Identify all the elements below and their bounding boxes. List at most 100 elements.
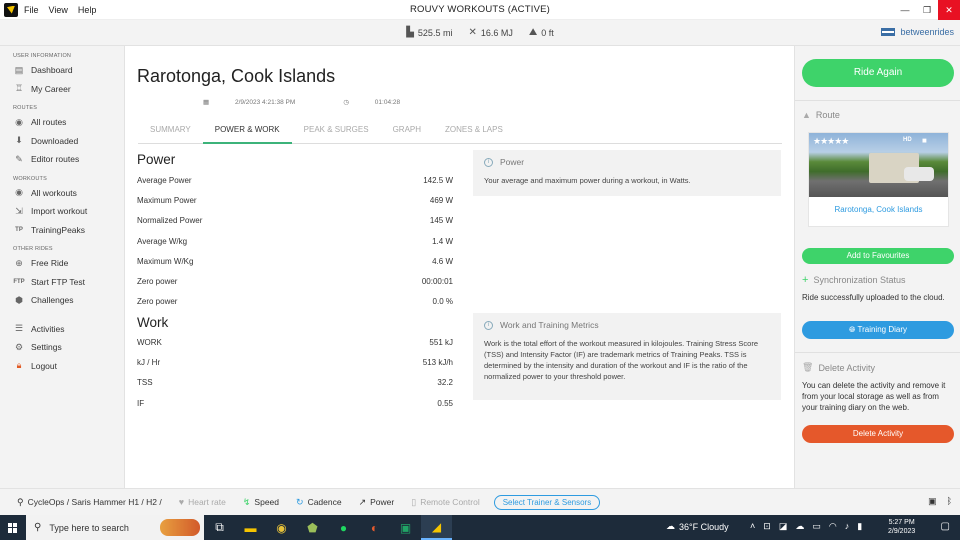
restore-button[interactable]: ❐ [916,0,938,20]
activity-meta: ▦ 2/9/2023 4:21:38 PM ◷ 01:04:28 [203,98,448,106]
stats-bar: ▙ 525.5 mi ✕ 16.6 MJ ⛰ 0 ft betweenrides [0,20,960,46]
metric-label: Average Power [137,176,192,185]
chrome-icon[interactable]: ◉ [266,515,297,540]
speed-icon: ↯ [242,496,251,507]
activity-date: ▦ 2/9/2023 4:21:38 PM [203,98,319,106]
cadence-sensor: ↻ Cadence [296,497,342,508]
heart-icon: ♥ [178,497,185,507]
notification-icon[interactable]: ▢ [941,521,950,532]
device-status-bar: ⚲ CycleOps / Saris Hammer H1 / H2 / ♥ He… [0,488,960,515]
network-icon[interactable]: ⊡ [763,521,771,532]
sidebar-item-label: Logout [31,360,57,371]
sidebar-item-all-workouts[interactable]: ◉ All workouts [0,184,124,203]
security-icon[interactable]: ◪ [779,521,788,532]
tab-zones-laps[interactable]: ZONES & LAPS [433,120,515,144]
sidebar-item-logout[interactable]: 🔒︎ Logout [0,357,124,376]
sidebar-item-label: My Career [31,83,71,94]
sidebar-item-label: Activities [31,323,65,334]
sidebar-item-label: All workouts [31,187,77,198]
taskbar-clock[interactable]: 5:27 PM 2/9/2023 [888,518,915,536]
sidebar-item-downloaded[interactable]: ⬇ Downloaded [0,132,124,151]
elevation-stat: ⛰ 0 ft [529,27,554,38]
tab-graph[interactable]: GRAPH [381,120,433,144]
bike-icon: ⚲ [17,496,24,507]
sidebar-item-dashboard[interactable]: ▤ Dashboard [0,61,124,80]
career-icon: ♖ [14,83,24,94]
clock-date: 2/9/2023 [888,528,916,535]
divider [795,100,960,101]
taskbar-search[interactable]: ⚲ Type here to search [26,515,204,540]
sidebar-item-challenges[interactable]: ⬢ Challenges [0,291,124,310]
weather-widget[interactable]: ☁ 36°F Cloudy [666,521,729,532]
route-name-link[interactable]: Rarotonga, Cook Islands [809,205,948,214]
challenges-icon: ⬢ [15,294,23,305]
menu-file[interactable]: File [24,5,39,15]
route-heading: ▲ Route [802,110,840,120]
sidebar-item-editor-routes[interactable]: ✎ Editor routes [0,150,124,169]
volume-icon[interactable]: ♪ [845,521,850,532]
sidebar-item-activities[interactable]: ☰ Activities [0,320,124,339]
sidebar-item-label: Start FTP Test [31,276,86,287]
rouvy-taskbar-icon[interactable]: ◢ [421,515,452,540]
info-icon: i [484,157,493,167]
start-button[interactable] [0,522,26,533]
spotify-icon[interactable]: ● [328,515,359,540]
sidebar-item-trainingpeaks[interactable]: TP TrainingPeaks [0,221,124,240]
wifi-icon[interactable]: ◠ [829,521,837,532]
battery-icon[interactable]: ▮ [857,521,862,532]
remote-icon: ▯ [411,496,417,507]
display-icon[interactable]: ▭ [812,521,821,532]
sidebar-section-workouts: WORKOUTS [13,175,47,182]
minimize-button[interactable]: — [894,0,916,20]
delete-description: You can delete the activity and remove i… [802,381,946,412]
metric-row: Average Power 142.5 W [137,176,453,185]
account-link[interactable]: betweenrides [881,27,954,37]
file-explorer-icon[interactable]: ▬ [235,515,266,540]
tab-summary[interactable]: SUMMARY [138,120,203,144]
app-icon[interactable]: ⬟ [297,515,328,540]
power-heading: Power [137,152,176,167]
powerpoint-icon[interactable]: ◐ [359,515,390,540]
sidebar-item-import-workout[interactable]: ⇲ Import workout [0,202,124,221]
menu-help[interactable]: Help [78,5,97,15]
metric-value: 1.4 W [432,237,453,246]
sensor-label: Power [370,497,395,507]
menu-view[interactable]: View [49,5,68,15]
delete-activity-button[interactable]: Delete Activity [802,425,954,443]
add-to-favourites-button[interactable]: Add to Favourites [802,248,954,264]
metric-row: Zero power 0.0 % [137,297,453,306]
ride-again-button[interactable]: Ride Again [802,59,954,87]
metric-row: Zero power 00:00:01 [137,277,453,286]
rating-stars-icon: ★★★★★ [813,136,849,146]
plus-icon: + [802,274,809,286]
close-button[interactable]: ✕ [938,0,960,20]
work-info-title: i Work and Training Metrics [484,320,770,330]
sidebar-item-my-career[interactable]: ♖ My Career [0,80,124,99]
ant-plus-icon[interactable]: ▣ [928,496,937,507]
tab-power-work[interactable]: POWER & WORK [202,120,292,144]
sync-heading-text: Synchronization Status [813,275,906,285]
training-diary-button[interactable]: 🌐︎ Training Diary [802,321,954,339]
sidebar-item-free-ride[interactable]: ⊕ Free Ride [0,254,124,273]
sidebar-item-settings[interactable]: ⚙ Settings [0,338,124,357]
select-trainer-sensors-button[interactable]: Select Trainer & Sensors [493,494,601,510]
sidebar-section-user-info: USER INFORMATION [13,53,72,59]
sidebar-item-start-ftp-test[interactable]: FTP Start FTP Test [0,273,124,292]
calendar-icon: ▦ [203,99,211,106]
sensor-label: Cadence [307,497,342,507]
distance-stat: ▙ 525.5 mi [406,27,452,38]
chevron-up-icon[interactable]: ˄ [750,521,755,532]
excel-icon[interactable]: ▣ [390,515,421,540]
clock-icon: ◷ [343,99,351,106]
cloud-sync-icon[interactable]: ☁ [795,521,804,532]
gear-icon: ⚙ [14,341,24,352]
route-card[interactable]: ★★★★★ HD ■ Rarotonga, Cook Islands [808,132,949,227]
sidebar-item-all-routes[interactable]: ◉ All routes [0,113,124,132]
video-camera-icon: ■ [922,136,927,145]
energy-stat: ✕ 16.6 MJ [468,27,512,38]
metric-label: kJ / Hr [137,358,161,367]
bluetooth-icon[interactable]: ᛒ [947,496,952,507]
import-icon: ⇲ [15,205,23,216]
tab-peak-surges[interactable]: PEAK & SURGES [292,120,381,144]
task-view-icon[interactable]: ⧉ [204,515,235,540]
